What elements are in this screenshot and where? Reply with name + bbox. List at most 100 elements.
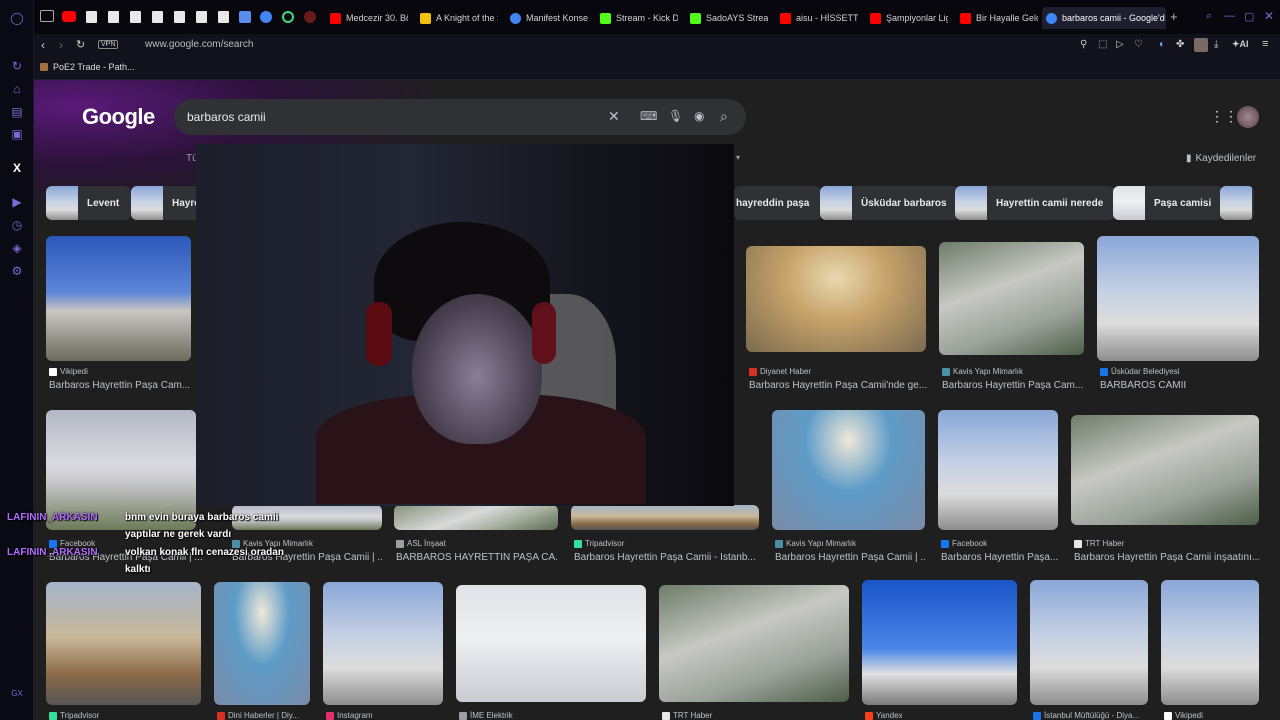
youtube-pinned-icon[interactable] xyxy=(62,11,76,22)
heart-icon[interactable]: ♡ xyxy=(1134,39,1143,50)
result-title[interactable]: BARBAROS CAMİİ xyxy=(1100,380,1260,391)
result-image[interactable] xyxy=(323,582,443,705)
result-title[interactable]: Barbaros Hayrettin Paşa Camii inşaatını.… xyxy=(1074,552,1259,563)
pinned-doc-icon[interactable] xyxy=(218,11,229,23)
clear-search-icon[interactable]: ✕ xyxy=(608,108,620,125)
result-title[interactable]: Barbaros Hayrettin Paşa Cam... xyxy=(942,380,1087,391)
new-tab-button[interactable]: + xyxy=(1170,9,1178,24)
tab-aisu[interactable]: aisu - HİSSETTİ xyxy=(776,7,858,29)
x-twitter-icon[interactable]: X xyxy=(9,160,25,176)
pinned-doc-icon[interactable] xyxy=(108,11,119,23)
speed-dial-icon[interactable]: ↻ xyxy=(9,58,25,74)
result-image[interactable] xyxy=(659,585,849,702)
result-image[interactable] xyxy=(1071,415,1259,525)
result-title[interactable]: Barbaros Hayrettin Paşa Camii - İstanb..… xyxy=(574,552,759,563)
extensions-puzzle-icon[interactable]: ✤ xyxy=(1176,39,1184,50)
reload-icon[interactable]: ↻ xyxy=(76,38,85,51)
search-box[interactable]: barbaros camii ✕ ⌨ 🎙 ◉ ⌕ xyxy=(174,99,746,135)
workspaces-icon[interactable] xyxy=(40,10,54,22)
back-icon[interactable]: ‹ xyxy=(41,38,45,52)
apps-grid-icon[interactable]: ⋮⋮ xyxy=(1210,108,1238,125)
store-icon[interactable]: ⌂ xyxy=(9,81,25,97)
result-image[interactable] xyxy=(939,242,1084,355)
pinned-doc-icon[interactable] xyxy=(86,11,97,23)
result-image[interactable] xyxy=(46,582,201,705)
profile-avatar[interactable] xyxy=(1194,38,1208,52)
settings-gear-icon[interactable]: ⚙ xyxy=(9,263,25,279)
tools-chevron-icon[interactable]: ▾ xyxy=(736,153,740,162)
pinned-doc-icon[interactable] xyxy=(174,11,185,23)
mic-icon[interactable]: 🎙 xyxy=(668,109,683,123)
ai-button[interactable]: ✦AI xyxy=(1232,39,1249,50)
minimize-icon[interactable]: — xyxy=(1224,10,1235,22)
bookmark-poe2-trade[interactable]: PoE2 Trade - Path... xyxy=(40,62,135,72)
forward-icon[interactable]: › xyxy=(59,38,63,52)
search-tabs-icon[interactable]: ⌕ xyxy=(1206,10,1212,23)
pin-icon[interactable]: ⚲ xyxy=(1080,39,1087,50)
result-image[interactable] xyxy=(772,410,925,530)
gx-corner-label[interactable]: GX xyxy=(9,686,25,702)
result-title[interactable]: Barbaros Hayrettin Paşa... xyxy=(941,552,1059,563)
tab-kick-stream[interactable]: Stream - Kick D xyxy=(596,7,678,29)
tab-medcezir[interactable]: Medcezir 30. Bö xyxy=(326,7,408,29)
keyboard-icon[interactable]: ⌨ xyxy=(640,109,657,123)
result-title[interactable]: Barbaros Hayrettin Paşa Camii | ... xyxy=(775,552,925,563)
tab-knight[interactable]: A Knight of the S xyxy=(416,7,498,29)
pinned-doc-icon[interactable] xyxy=(196,11,207,23)
tab-sampiyonlar[interactable]: Şampiyonlar Lig xyxy=(866,7,948,29)
result-title[interactable]: BARBAROS HAYRETTİN PAŞA CA... xyxy=(396,552,558,563)
saved-button[interactable]: ▮ Kaydedilenler xyxy=(1186,153,1256,164)
chip-hayrettin-camii-nerede[interactable]: Hayrettin camii nerede xyxy=(955,186,1116,220)
chip-levent[interactable]: Levent xyxy=(46,186,132,220)
player-control-icon[interactable]: ▷ xyxy=(1116,39,1124,50)
result-image[interactable] xyxy=(394,505,558,530)
lens-icon[interactable]: ◉ xyxy=(694,109,704,123)
snapshot-icon[interactable]: ⬚ xyxy=(1098,39,1107,50)
result-image[interactable] xyxy=(938,410,1058,530)
tab-sadoays[interactable]: SadoAYS Strea xyxy=(686,7,768,29)
account-avatar[interactable] xyxy=(1237,106,1259,128)
download-icon[interactable]: ⤓ xyxy=(1214,39,1218,50)
result-image[interactable] xyxy=(1097,236,1259,361)
chip-hayreddin-pasa[interactable]: hayreddin paşa xyxy=(734,186,822,220)
pinned-doc-icon[interactable] xyxy=(130,11,141,23)
pinned-app-icon[interactable] xyxy=(304,11,316,23)
player-icon[interactable]: ▶ xyxy=(9,194,25,210)
extensions-icon[interactable]: ◈ xyxy=(9,240,25,256)
messenger-icon[interactable]: ▣ xyxy=(9,126,25,142)
pinned-doc-icon[interactable] xyxy=(152,11,163,23)
google-logo[interactable]: Google xyxy=(82,104,155,130)
result-image[interactable] xyxy=(46,236,191,361)
chip-uskudar-barbaros[interactable]: Üsküdar barbaros xyxy=(820,186,959,220)
chip-pasa-camisi[interactable]: Paşa camisi xyxy=(1113,186,1224,220)
result-image[interactable] xyxy=(571,505,759,530)
history-icon[interactable]: ◷ xyxy=(9,217,25,233)
menu-icon[interactable]: ≡ xyxy=(1262,38,1268,50)
maximize-icon[interactable]: ▢ xyxy=(1244,10,1254,23)
chrome-pinned-icon[interactable] xyxy=(260,11,272,23)
audio-icon[interactable]: ◖ xyxy=(1158,39,1164,50)
result-image[interactable] xyxy=(746,246,926,352)
search-input[interactable]: barbaros camii xyxy=(187,110,266,124)
close-window-icon[interactable]: ✕ xyxy=(1264,9,1274,23)
result-image[interactable] xyxy=(1030,580,1148,705)
vpn-badge[interactable]: VPN xyxy=(98,40,119,49)
chip-hayre[interactable]: Hayre xyxy=(131,186,201,220)
result-image[interactable] xyxy=(1161,580,1259,705)
result-image[interactable] xyxy=(456,585,646,702)
chip-more[interactable] xyxy=(1220,186,1254,220)
tab-manifest[interactable]: Manifest Konser xyxy=(506,7,588,29)
result-image[interactable] xyxy=(862,580,1017,705)
tab-google-search[interactable]: barbaros camii - Google'd xyxy=(1042,7,1166,29)
result-image[interactable] xyxy=(214,582,310,705)
pinned-app-icon[interactable] xyxy=(282,11,294,23)
url-field[interactable]: www.google.com/search xyxy=(145,39,253,50)
news-icon[interactable]: ▤ xyxy=(9,104,25,120)
result-title[interactable]: Barbaros Hayrettin Paşa Camii'nde ge... xyxy=(749,380,929,391)
steam-pinned-icon[interactable] xyxy=(239,11,251,23)
result-title[interactable]: Barbaros Hayrettin Paşa Cam... xyxy=(49,380,194,391)
tab-bir-hayalle[interactable]: Bir Hayalle Gelo xyxy=(956,7,1038,29)
opera-logo-icon[interactable]: ◯ xyxy=(9,10,25,26)
chip-thumbnail xyxy=(955,186,987,220)
search-icon[interactable]: ⌕ xyxy=(720,108,728,125)
